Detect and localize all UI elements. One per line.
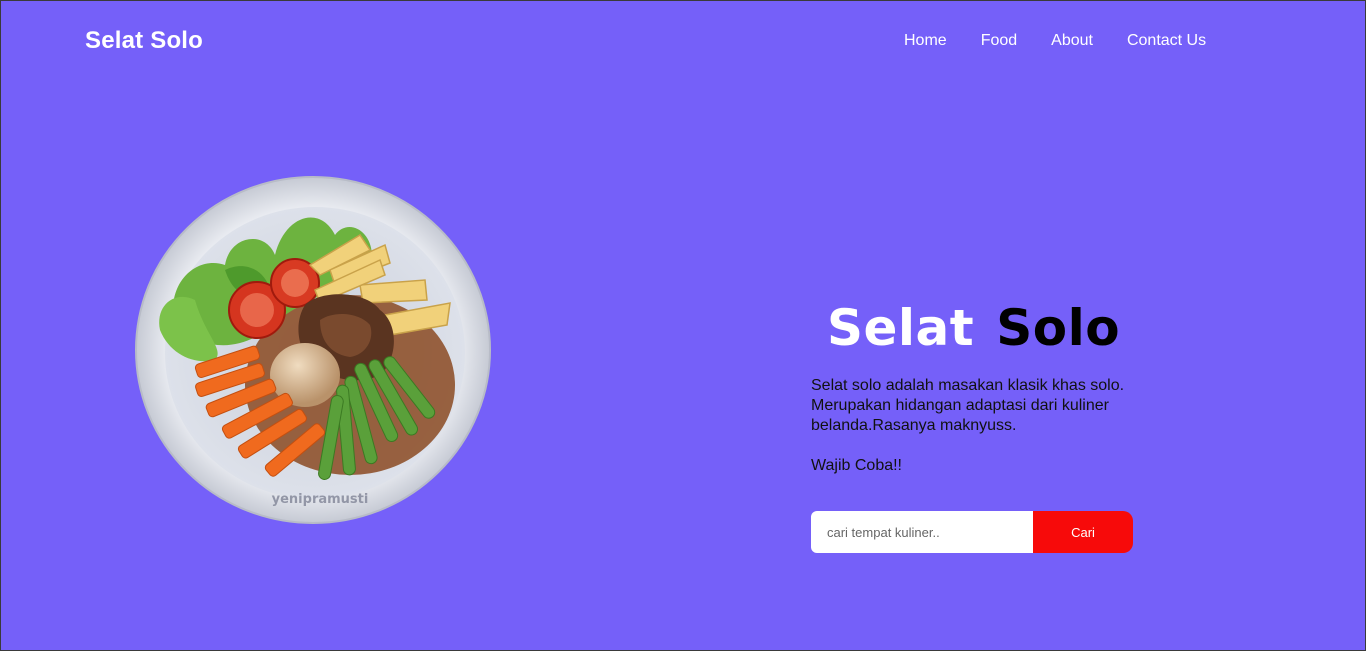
- navbar: Selat Solo Home Food About Contact Us: [1, 1, 1365, 83]
- nav-links: Home Food About Contact Us: [904, 32, 1206, 50]
- search-button[interactable]: Cari: [1033, 511, 1133, 553]
- brand-logo[interactable]: Selat Solo: [85, 27, 203, 55]
- nav-link-food[interactable]: Food: [981, 32, 1017, 50]
- hero-description: Selat solo adalah masakan klasik khas so…: [811, 377, 1125, 434]
- nav-link-about[interactable]: About: [1051, 32, 1093, 50]
- search-input[interactable]: [811, 511, 1033, 553]
- hero-title-part2: Solo: [996, 299, 1121, 357]
- image-watermark: yenipramusti: [272, 492, 369, 507]
- hero-title-part1: Selat: [827, 299, 975, 357]
- hero-title: Selat Solo: [827, 299, 1120, 357]
- hero-cta-text: Wajib Coba!!: [811, 457, 902, 474]
- nav-link-home[interactable]: Home: [904, 32, 947, 50]
- selat-solo-plate-illustration: yenipramusti: [135, 176, 491, 524]
- search-form: Cari: [811, 511, 1133, 553]
- hero-food-image: yenipramusti: [135, 175, 493, 525]
- nav-link-contact-us[interactable]: Contact Us: [1127, 32, 1206, 50]
